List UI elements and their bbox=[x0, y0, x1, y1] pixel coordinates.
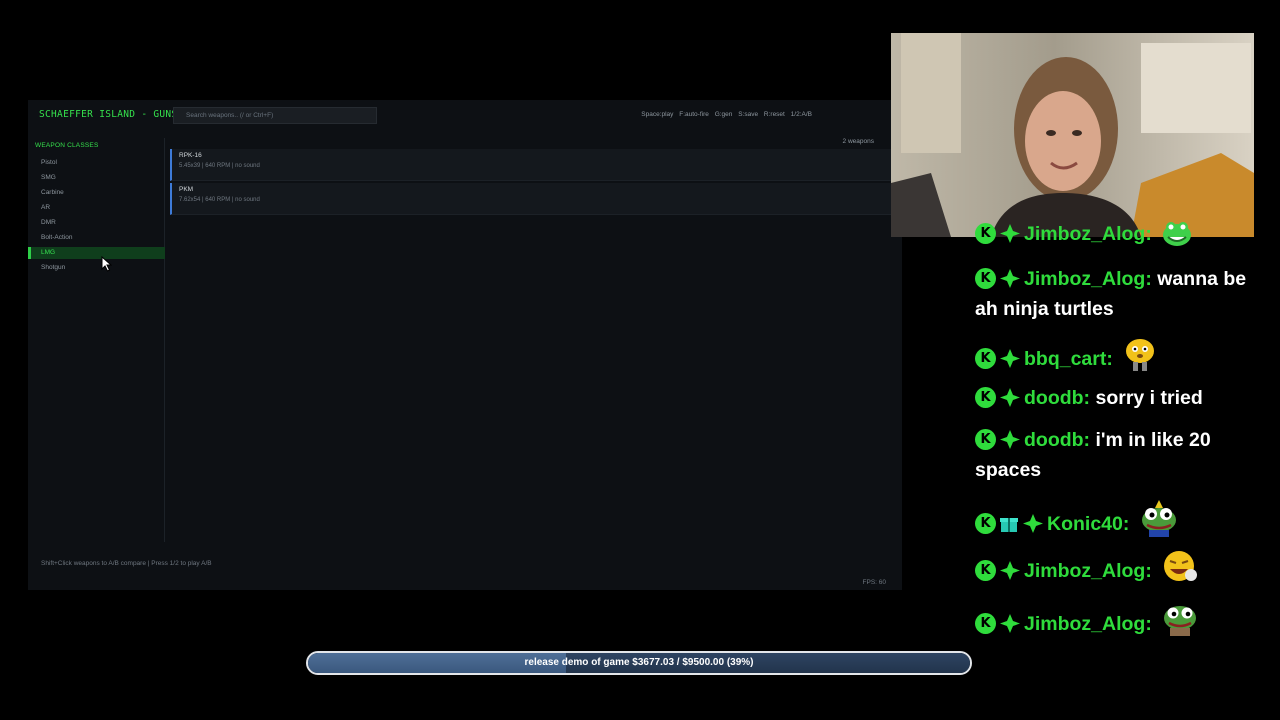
fps-counter: FPS: 60 bbox=[862, 579, 886, 586]
weapon-classes-sidebar: WEAPON CLASSES Pistol SMG Carbine AR DMR… bbox=[28, 138, 165, 542]
diamond-badge-icon bbox=[1000, 561, 1020, 580]
weapon-count: 2 weapons bbox=[842, 138, 874, 145]
kick-badge-icon bbox=[975, 348, 996, 369]
kick-badge-icon bbox=[975, 223, 996, 244]
chat-message: bbq_cart: bbox=[975, 337, 1255, 374]
weapon-name: PKM bbox=[179, 186, 194, 193]
chat-message: doodb: i'm in like 20 spaces bbox=[975, 425, 1255, 485]
chat-username[interactable]: bbq_cart: bbox=[1024, 348, 1113, 370]
diamond-badge-icon bbox=[1000, 614, 1020, 633]
diamond-badge-icon bbox=[1000, 388, 1020, 407]
chat-message: Jimboz_Alog: bbox=[975, 600, 1255, 639]
weapon-info: 7.62x54 | 640 RPM | no sound bbox=[179, 197, 260, 203]
chat-text: sorry i tried bbox=[1095, 387, 1203, 409]
compare-hint: Shift+Click weapons to A/B compare | Pre… bbox=[41, 560, 212, 567]
kick-badge-icon bbox=[975, 268, 996, 289]
class-item-smg[interactable]: SMG bbox=[28, 172, 165, 184]
diamond-badge-icon bbox=[1000, 349, 1020, 368]
chat-username[interactable]: Jimboz_Alog: bbox=[1024, 223, 1152, 245]
class-item-ar[interactable]: AR bbox=[28, 202, 165, 214]
kick-badge-icon bbox=[975, 387, 996, 408]
chat-username[interactable]: Jimboz_Alog: bbox=[1024, 268, 1152, 290]
weapon-info: 5.45x39 | 640 RPM | no sound bbox=[179, 163, 260, 169]
control-save[interactable]: S:save bbox=[738, 111, 758, 118]
laughing-emote-icon bbox=[1164, 551, 1198, 581]
control-ab[interactable]: 1/2:A/B bbox=[791, 111, 812, 118]
weapon-row[interactable]: RPK-16 5.45x39 | 640 RPM | no sound bbox=[170, 149, 902, 181]
weapon-app-window: SCHAEFFER ISLAND - GUNS Search weapons..… bbox=[28, 100, 902, 590]
class-item-bolt-action[interactable]: Bolt-Action bbox=[28, 232, 165, 244]
control-gen[interactable]: G:gen bbox=[715, 111, 733, 118]
chat-message: Jimboz_Alog: bbox=[975, 218, 1255, 249]
keyboard-controls: Space:play F:auto-fire G:gen S:save R:re… bbox=[637, 111, 812, 118]
control-auto-fire[interactable]: F:auto-fire bbox=[679, 111, 709, 118]
gift-badge-icon bbox=[1000, 518, 1018, 532]
chat-message: Konic40: bbox=[975, 498, 1255, 539]
diamond-badge-icon bbox=[1000, 269, 1020, 288]
pepe-emote-icon bbox=[1141, 500, 1176, 537]
weapon-name: RPK-16 bbox=[179, 152, 202, 159]
class-item-shotgun[interactable]: Shotgun bbox=[28, 262, 165, 274]
mushroom-emote-icon bbox=[1126, 339, 1155, 371]
control-reset[interactable]: R:reset bbox=[764, 111, 785, 118]
weapon-row[interactable]: PKM 7.62x54 | 640 RPM | no sound bbox=[170, 183, 902, 215]
kick-badge-icon bbox=[975, 429, 996, 450]
chat-message: Jimboz_Alog: wanna be ah ninja turtles bbox=[975, 264, 1255, 324]
chat-username[interactable]: doodb: bbox=[1024, 429, 1090, 451]
chat-username[interactable]: doodb: bbox=[1024, 387, 1090, 409]
class-item-carbine[interactable]: Carbine bbox=[28, 187, 165, 199]
chat-username[interactable]: Jimboz_Alog: bbox=[1024, 613, 1152, 635]
kick-badge-icon bbox=[975, 560, 996, 581]
class-item-lmg[interactable]: LMG bbox=[28, 247, 165, 259]
kick-badge-icon bbox=[975, 513, 996, 534]
donation-goal-bar: release demo of game $3677.03 / $9500.00… bbox=[306, 651, 972, 675]
chat-message: doodb: sorry i tried bbox=[975, 383, 1255, 413]
kick-badge-icon bbox=[975, 613, 996, 634]
mouse-cursor-icon bbox=[101, 256, 112, 272]
search-input[interactable]: Search weapons.. (/ or Ctrl+F) bbox=[173, 107, 377, 124]
frog-emote-icon bbox=[1163, 222, 1192, 246]
sidebar-title: WEAPON CLASSES bbox=[35, 142, 99, 149]
app-title: SCHAEFFER ISLAND - GUNS bbox=[39, 109, 178, 120]
webcam-feed bbox=[891, 33, 1254, 237]
app-header: SCHAEFFER ISLAND - GUNS Search weapons..… bbox=[28, 100, 902, 130]
chat-username[interactable]: Jimboz_Alog: bbox=[1024, 560, 1152, 582]
chat-username[interactable]: Konic40: bbox=[1047, 513, 1129, 535]
diamond-badge-icon bbox=[1000, 430, 1020, 449]
chat-message: Jimboz_Alog: bbox=[975, 549, 1255, 586]
control-play[interactable]: Space:play bbox=[641, 111, 673, 118]
streamer-camera-image bbox=[891, 33, 1254, 237]
class-item-dmr[interactable]: DMR bbox=[28, 217, 165, 229]
diamond-badge-icon bbox=[1000, 224, 1020, 243]
pepe-emote-icon bbox=[1164, 606, 1197, 636]
diamond-badge-icon bbox=[1023, 514, 1043, 533]
class-item-pistol[interactable]: Pistol bbox=[28, 157, 165, 169]
goal-label: release demo of game $3677.03 / $9500.00… bbox=[524, 657, 754, 668]
